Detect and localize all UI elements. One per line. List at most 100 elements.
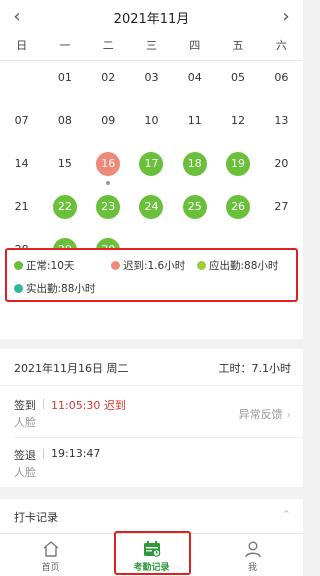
calendar-cell[interactable]: 27 bbox=[260, 195, 303, 238]
calendar-cell[interactable]: 24 bbox=[130, 195, 173, 238]
legend-required-label: 应出勤:88小时 bbox=[209, 260, 279, 272]
clock-out-label: 签退 bbox=[14, 449, 36, 462]
calendar-day[interactable]: 22 bbox=[52, 195, 77, 219]
calendar-cell[interactable]: 14 bbox=[0, 152, 43, 195]
punch-records-title: 打卡记录 bbox=[14, 511, 58, 524]
calendar-day[interactable]: 06 bbox=[269, 66, 293, 90]
day-detail-card: 2021年11月16日 周二 工时：7.1小时 签到 11:05:30 迟到 人… bbox=[0, 349, 303, 487]
calendar-cell[interactable]: 26 bbox=[216, 195, 259, 238]
calendar-day[interactable]: 01 bbox=[53, 66, 77, 90]
calendar-day[interactable]: 27 bbox=[269, 195, 293, 219]
weekday-label: 三 bbox=[145, 39, 157, 52]
calendar-day[interactable]: 18 bbox=[182, 152, 207, 176]
calendar-week: 01 02 03 04 05 06 bbox=[0, 66, 303, 109]
calendar-day[interactable]: 05 bbox=[226, 66, 250, 90]
calendar-day[interactable]: 23 bbox=[96, 195, 121, 219]
calendar-cell bbox=[0, 66, 43, 109]
calendar-day[interactable]: 11 bbox=[183, 109, 207, 133]
exception-feedback-link[interactable]: 异常反馈 › bbox=[239, 406, 291, 422]
calendar-cell[interactable]: 25 bbox=[173, 195, 216, 238]
attendance-summary: 正常:10天 迟到:1.6小时 应出勤:88小时 实出勤:88小时 bbox=[5, 248, 298, 302]
calendar-cell[interactable]: 17 bbox=[130, 152, 173, 195]
exception-feedback-label: 异常反馈 bbox=[238, 408, 283, 421]
calendar-day[interactable]: 03 bbox=[139, 66, 163, 90]
calendar-cell[interactable]: 02 bbox=[87, 66, 130, 109]
calendar-day[interactable]: 20 bbox=[269, 152, 293, 176]
attendance-calendar-icon bbox=[143, 541, 160, 557]
calendar-day[interactable]: 15 bbox=[53, 152, 77, 176]
calendar-day[interactable]: 14 bbox=[10, 152, 34, 176]
legend-late: 迟到:1.6小时 bbox=[111, 258, 185, 273]
calendar-day[interactable]: 26 bbox=[226, 195, 251, 219]
weekday-label: 日 bbox=[16, 39, 28, 52]
calendar-cell[interactable]: 13 bbox=[260, 109, 303, 152]
punch-records-section[interactable]: 打卡记录 ⌃ bbox=[0, 499, 303, 533]
calendar-day[interactable]: 17 bbox=[139, 152, 164, 176]
work-hours: 工时：7.1小时 bbox=[218, 362, 292, 375]
clock-out-method: 人脸 bbox=[14, 466, 36, 479]
calendar-cell[interactable]: 05 bbox=[216, 66, 259, 109]
tab-home[interactable]: 首页 bbox=[0, 534, 101, 576]
calendar-cell[interactable]: 03 bbox=[130, 66, 173, 109]
chevron-up-icon[interactable]: ⌃ bbox=[282, 508, 291, 521]
legend-actual-label: 实出勤:88小时 bbox=[26, 283, 96, 295]
required-dot-icon bbox=[197, 261, 206, 270]
calendar-day[interactable]: 07 bbox=[10, 109, 34, 133]
tab-attendance-label: 考勤记录 bbox=[133, 563, 170, 573]
home-icon bbox=[43, 541, 58, 557]
calendar-day[interactable]: 21 bbox=[10, 195, 34, 219]
chevron-right-icon: › bbox=[286, 408, 291, 421]
calendar-day[interactable]: 25 bbox=[182, 195, 207, 219]
calendar-cell[interactable]: 15 bbox=[43, 152, 86, 195]
weekday-label: 二 bbox=[102, 39, 114, 52]
calendar-cell[interactable]: 19 bbox=[216, 152, 259, 195]
calendar-cell[interactable]: 06 bbox=[260, 66, 303, 109]
calendar-cell[interactable]: 12 bbox=[216, 109, 259, 152]
calendar-day[interactable]: 10 bbox=[139, 109, 163, 133]
calendar-week: 07 08 09 10 11 12 13 bbox=[0, 109, 303, 152]
tab-me[interactable]: 我 bbox=[202, 534, 303, 576]
profile-icon bbox=[244, 541, 261, 558]
late-dot-icon bbox=[111, 261, 120, 270]
calendar-day[interactable]: 02 bbox=[96, 66, 120, 90]
chevron-right-icon[interactable]: › bbox=[276, 5, 296, 29]
weekday-label: 四 bbox=[189, 39, 201, 52]
calendar-cell[interactable]: 09 bbox=[87, 109, 130, 152]
calendar-cell[interactable]: 20 bbox=[260, 152, 303, 195]
calendar-cell[interactable]: 08 bbox=[43, 109, 86, 152]
day-detail-header: 2021年11月16日 周二 工时：7.1小时 bbox=[0, 349, 303, 386]
legend-normal: 正常:10天 bbox=[14, 258, 74, 273]
legend-normal-label: 正常:10天 bbox=[26, 260, 75, 272]
calendar-cell[interactable]: 22 bbox=[43, 195, 86, 238]
month-title: 2021年11月 bbox=[113, 12, 190, 27]
calendar-cell[interactable]: 16 bbox=[87, 152, 130, 195]
detail-date: 2021年11月16日 周二 bbox=[14, 362, 129, 375]
calendar-cell[interactable]: 11 bbox=[173, 109, 216, 152]
calendar-cell[interactable]: 07 bbox=[0, 109, 43, 152]
calendar-day[interactable]: 04 bbox=[183, 66, 207, 90]
normal-dot-icon bbox=[14, 261, 23, 270]
calendar-day[interactable]: 12 bbox=[226, 109, 250, 133]
calendar-cell[interactable]: 21 bbox=[0, 195, 43, 238]
calendar-day[interactable]: 16 bbox=[96, 152, 121, 176]
calendar-day[interactable]: 08 bbox=[53, 109, 77, 133]
divider bbox=[43, 399, 44, 409]
selected-day-dot-icon bbox=[106, 181, 111, 185]
calendar-day[interactable]: 19 bbox=[226, 152, 251, 176]
divider bbox=[0, 60, 303, 61]
tab-me-label: 我 bbox=[247, 563, 257, 573]
calendar-cell[interactable]: 04 bbox=[173, 66, 216, 109]
weekday-label: 五 bbox=[232, 39, 244, 52]
calendar-day[interactable]: 09 bbox=[96, 109, 120, 133]
calendar-cell[interactable]: 18 bbox=[173, 152, 216, 195]
legend-required: 应出勤:88小时 bbox=[197, 258, 278, 273]
calendar-day[interactable]: 24 bbox=[139, 195, 164, 219]
clock-out-row: 签退 19:13:47 人脸 bbox=[0, 437, 303, 487]
calendar-day[interactable]: 13 bbox=[269, 109, 293, 133]
legend-late-label: 迟到:1.6小时 bbox=[123, 260, 186, 272]
calendar-cell[interactable]: 23 bbox=[87, 195, 130, 238]
calendar-cell[interactable]: 10 bbox=[130, 109, 173, 152]
calendar-header: ‹ 2021年11月 › bbox=[0, 0, 303, 34]
calendar-cell[interactable]: 01 bbox=[43, 66, 86, 109]
tab-attendance[interactable]: 考勤记录 bbox=[101, 534, 202, 576]
